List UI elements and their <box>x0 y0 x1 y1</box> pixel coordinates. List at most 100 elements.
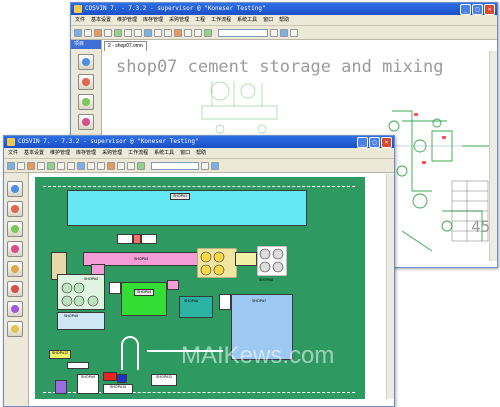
go-icon[interactable] <box>270 28 278 37</box>
building-label: SHOP#9 <box>80 375 96 379</box>
print-icon[interactable] <box>37 161 45 170</box>
print-icon[interactable] <box>104 28 112 37</box>
nav-button[interactable] <box>7 321 23 337</box>
find-icon[interactable] <box>107 161 115 170</box>
nav-button[interactable] <box>78 54 94 70</box>
cut-icon[interactable] <box>124 28 132 37</box>
minimize-icon[interactable]: _ <box>460 4 471 15</box>
cut-icon[interactable] <box>57 161 65 170</box>
front-vertical-scrollbar[interactable] <box>386 174 394 399</box>
new-icon[interactable] <box>7 161 15 170</box>
back-window-titlebar[interactable]: COSVIN 7. - 7.3.2 - supervisor @ "Konese… <box>71 3 497 15</box>
drawing-title: shop07 cement storage and mixing <box>116 57 444 77</box>
building-red[interactable] <box>103 372 117 381</box>
find-icon[interactable] <box>174 28 182 37</box>
menu-item[interactable]: 基本设置 <box>91 15 111 25</box>
front-left-pane <box>4 173 29 406</box>
minimize-icon[interactable]: _ <box>357 137 368 148</box>
nav-button[interactable] <box>7 181 23 197</box>
menu-item[interactable]: 窗口 <box>180 148 190 158</box>
building-white-bottom2[interactable]: SHOP#10 <box>103 384 133 394</box>
building-blue-bottom[interactable] <box>117 374 127 383</box>
nav-button[interactable] <box>7 241 23 257</box>
tank-box[interactable] <box>141 234 157 244</box>
new-icon[interactable] <box>74 28 82 37</box>
menu-item[interactable]: 基本设置 <box>24 148 44 158</box>
menu-item[interactable]: 窗口 <box>263 15 273 25</box>
building-label: SHOP#6 <box>184 299 199 303</box>
paste-icon[interactable] <box>77 161 85 170</box>
copy-icon[interactable] <box>134 28 142 37</box>
nav-button[interactable] <box>7 261 23 277</box>
open-icon[interactable] <box>84 28 92 37</box>
home-icon[interactable] <box>211 161 219 170</box>
help-icon[interactable] <box>137 161 145 170</box>
menu-item[interactable]: 工作流程 <box>128 148 148 158</box>
building-yellow-small[interactable]: SHOP#12 <box>49 350 71 359</box>
close-icon[interactable]: × <box>484 4 495 15</box>
filter-icon[interactable] <box>194 28 202 37</box>
building-cyan[interactable]: SHOP#1 <box>67 190 307 226</box>
menu-item[interactable]: 库存管理 <box>76 148 96 158</box>
building-white-strip[interactable] <box>67 362 89 369</box>
home-icon[interactable] <box>280 28 288 37</box>
zoom-icon[interactable] <box>117 161 125 170</box>
menu-item[interactable]: 维护管理 <box>117 15 137 25</box>
building-green[interactable]: SHOP#4 <box>121 282 167 316</box>
menu-item[interactable]: 维护管理 <box>50 148 70 158</box>
zoom-icon[interactable] <box>184 28 192 37</box>
undo-icon[interactable] <box>87 161 95 170</box>
nav-button[interactable] <box>78 74 94 90</box>
menu-item[interactable]: 系统工具 <box>237 15 257 25</box>
menu-item[interactable]: 文件 <box>8 148 18 158</box>
nav-button[interactable] <box>7 301 23 317</box>
undo-icon[interactable] <box>154 28 162 37</box>
tank-box[interactable] <box>133 234 141 244</box>
search-input[interactable] <box>218 28 268 37</box>
back-vertical-scrollbar[interactable] <box>489 51 497 261</box>
building-teal[interactable]: SHOP#6 <box>179 296 213 318</box>
building-pink-small[interactable] <box>167 280 179 290</box>
menu-item[interactable]: 帮助 <box>279 15 289 25</box>
nav-button[interactable] <box>7 221 23 237</box>
building-label: SHOP#5 <box>64 314 79 318</box>
building-yellow[interactable] <box>235 252 257 266</box>
paste-icon[interactable] <box>144 28 152 37</box>
close-icon[interactable]: × <box>381 137 392 148</box>
maximize-icon[interactable]: □ <box>369 137 380 148</box>
save-icon[interactable] <box>27 161 35 170</box>
nav-button[interactable] <box>78 114 94 130</box>
redo-icon[interactable] <box>97 161 105 170</box>
building-pale-blue[interactable]: SHOP#5 <box>57 312 105 330</box>
go-icon[interactable] <box>201 161 209 170</box>
refresh-icon[interactable] <box>47 161 55 170</box>
open-icon[interactable] <box>17 161 25 170</box>
building-white-small[interactable] <box>109 282 121 294</box>
building-white-blue[interactable] <box>219 294 231 310</box>
copy-icon[interactable] <box>67 161 75 170</box>
building-white-bottom3[interactable]: SHOP#11 <box>151 374 177 386</box>
menu-item[interactable]: 采购管理 <box>169 15 189 25</box>
redo-icon[interactable] <box>164 28 172 37</box>
menu-item[interactable]: 采购管理 <box>102 148 122 158</box>
nav-button[interactable] <box>7 281 23 297</box>
menu-item[interactable]: 文件 <box>75 15 85 25</box>
menu-item[interactable]: 帮助 <box>196 148 206 158</box>
help-icon[interactable] <box>204 28 212 37</box>
menu-item[interactable]: 工程 <box>195 15 205 25</box>
building-white-bottom[interactable]: SHOP#9 <box>77 374 99 394</box>
menu-item[interactable]: 系统工具 <box>154 148 174 158</box>
nav-button[interactable] <box>78 94 94 110</box>
save-icon[interactable] <box>94 28 102 37</box>
nav-button[interactable] <box>7 201 23 217</box>
search-input[interactable] <box>151 161 199 170</box>
menu-item[interactable]: 库存管理 <box>143 15 163 25</box>
menu-item[interactable]: 工作流程 <box>211 15 231 25</box>
front-window-titlebar[interactable]: COSVIN 7. - 7.3.2 - supervisor @ "Konese… <box>4 136 394 148</box>
settings-icon[interactable] <box>290 28 298 37</box>
building-purple[interactable] <box>55 380 67 394</box>
maximize-icon[interactable]: □ <box>472 4 483 15</box>
filter-icon[interactable] <box>127 161 135 170</box>
tank-box[interactable] <box>117 234 133 244</box>
refresh-icon[interactable] <box>114 28 122 37</box>
